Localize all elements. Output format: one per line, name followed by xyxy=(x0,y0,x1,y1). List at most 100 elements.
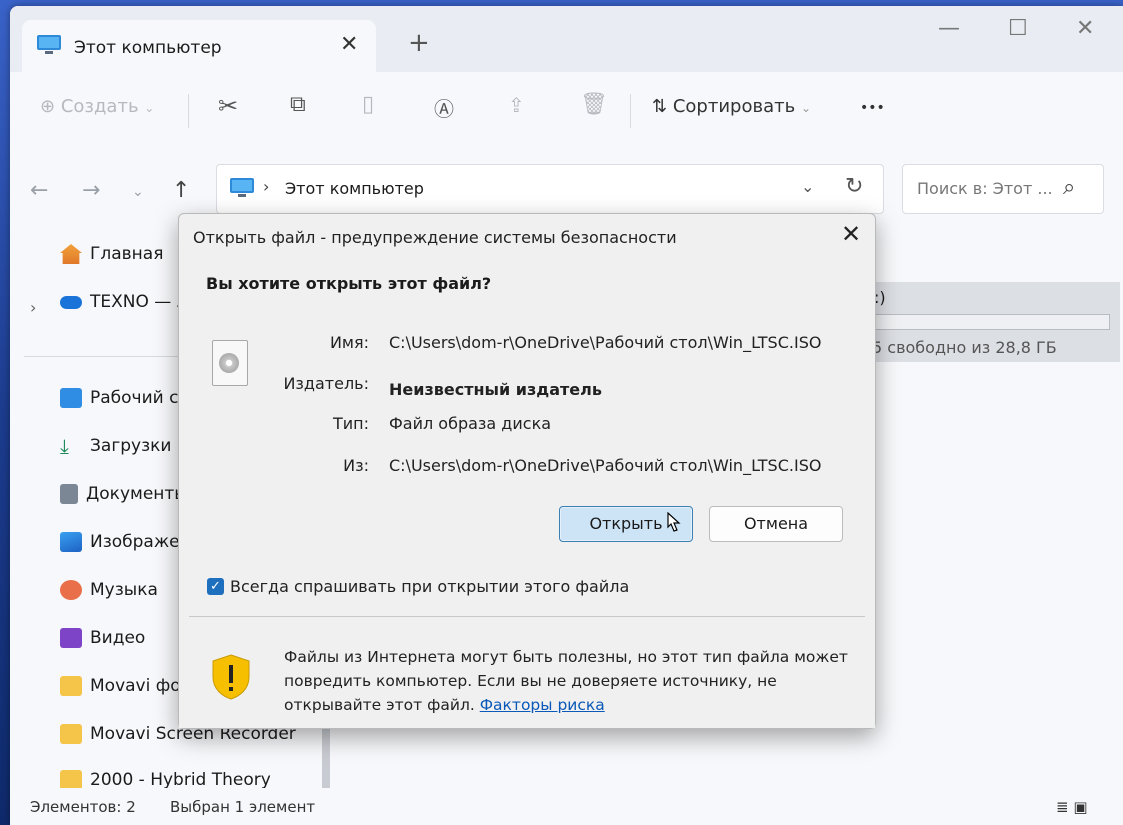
sidebar-item-label: 2000 - Hybrid Theory xyxy=(90,770,271,790)
risk-factors-link[interactable]: Факторы риска xyxy=(480,696,605,714)
address-bar[interactable]: › Этот компьютер ⌄ ↻ xyxy=(216,164,884,214)
home-icon xyxy=(60,244,82,264)
dialog-question: Вы хотите открыть этот файл? xyxy=(206,274,492,293)
status-bar: Элементов: 2 Выбран 1 элемент ≣ ▣ xyxy=(10,788,1123,825)
breadcrumb-item[interactable]: Этот компьютер xyxy=(285,179,424,198)
sidebar-item-downloads[interactable]: ⤓ Загрузки xyxy=(60,436,171,466)
dialog-title: Открыть файл - предупреждение системы бе… xyxy=(193,228,677,247)
breadcrumb-chevron-icon[interactable]: › xyxy=(263,177,269,196)
sidebar-item-label: Видео xyxy=(90,628,146,648)
copy-icon[interactable]: ⧉ xyxy=(290,92,306,117)
sidebar-item-label: Рабочий с xyxy=(90,388,179,408)
publisher-label: Издатель: xyxy=(283,374,369,393)
publisher-value: Неизвестный издатель xyxy=(389,380,602,399)
computer-icon xyxy=(229,177,255,203)
videos-icon xyxy=(60,628,82,648)
cut-icon[interactable]: ✂ xyxy=(218,92,238,120)
mouse-cursor-icon xyxy=(663,511,683,542)
search-icon: ⌕ xyxy=(1063,175,1076,200)
maximize-button[interactable]: ☐ xyxy=(1008,16,1028,41)
folder-icon xyxy=(60,676,82,696)
warning-area: Файлы из Интернета могут быть полезны, н… xyxy=(179,617,875,728)
always-ask-checkbox[interactable]: ✓ xyxy=(207,578,224,595)
sidebar-item-folder[interactable]: 2000 - Hybrid Theory xyxy=(60,770,271,790)
from-value: C:\Users\dom-r\OneDrive\Рабочий стол\Win… xyxy=(389,456,822,475)
sidebar-item-label: Документы xyxy=(86,484,188,504)
sidebar-item-label: TEXNO — Л xyxy=(90,292,190,312)
warning-shield-icon xyxy=(209,653,253,705)
divider xyxy=(630,94,631,128)
sort-icon: ⇅ xyxy=(652,96,668,117)
up-arrow-icon[interactable]: ↑ xyxy=(172,178,190,203)
sidebar-item-music[interactable]: Музыка xyxy=(60,580,158,610)
warning-text: Файлы из Интернета могут быть полезны, н… xyxy=(284,645,864,717)
close-tab-icon[interactable]: ✕ xyxy=(340,32,358,57)
create-label: Создать xyxy=(60,96,139,117)
tab-bar: Этот компьютер ✕ + — ☐ ✕ xyxy=(10,6,1123,72)
dialog-close-icon[interactable]: ✕ xyxy=(841,220,861,248)
always-ask-label[interactable]: Всегда спрашивать при открытии этого фай… xyxy=(230,577,629,596)
chevron-down-icon: ⌄ xyxy=(144,101,155,115)
chevron-down-icon: ⌄ xyxy=(800,101,811,115)
search-placeholder: Поиск в: Этот ... xyxy=(917,179,1053,198)
sidebar-item-home[interactable]: Главная xyxy=(60,244,163,274)
sort-label: Сортировать xyxy=(672,96,796,117)
details-view-icon[interactable]: ≣ ▣ xyxy=(1056,798,1088,816)
pictures-icon xyxy=(60,532,82,552)
sort-button[interactable]: ⇅ Сортировать ⌄ xyxy=(652,96,811,117)
sidebar-item-onedrive[interactable]: TEXNO — Л xyxy=(60,292,189,322)
type-value: Файл образа диска xyxy=(389,414,552,433)
sidebar-item-desktop[interactable]: Рабочий с xyxy=(60,388,178,418)
share-icon[interactable]: ⇪ xyxy=(508,93,525,117)
paste-icon[interactable]: ▯ xyxy=(362,92,374,117)
chevron-right-icon[interactable]: › xyxy=(30,298,36,317)
sidebar-item-folder[interactable]: Movavi фо xyxy=(60,676,181,706)
close-window-button[interactable]: ✕ xyxy=(1076,16,1094,41)
delete-icon[interactable]: 🗑 xyxy=(580,92,608,117)
folder-icon xyxy=(60,770,82,790)
desktop-folder-icon xyxy=(60,388,82,408)
drive-usage-bar xyxy=(868,314,1110,330)
items-count: Элементов: 2 xyxy=(30,798,136,816)
sidebar-item-label: Изображе xyxy=(90,532,180,552)
address-dropdown-icon[interactable]: ⌄ xyxy=(801,177,814,196)
sidebar-item-label: Музыка xyxy=(90,580,158,600)
sidebar-item-documents[interactable]: Документы xyxy=(60,484,188,514)
new-tab-button[interactable]: + xyxy=(408,28,430,58)
name-value: C:\Users\dom-r\OneDrive\Рабочий стол\Win… xyxy=(389,333,822,352)
forward-arrow-icon[interactable]: → xyxy=(82,178,100,203)
drive-item[interactable]: :) 5 свободно из 28,8 ГБ xyxy=(868,282,1120,362)
search-box[interactable]: Поиск в: Этот ... ⌕ xyxy=(902,164,1104,214)
plus-circle-icon: ⊕ xyxy=(40,96,56,117)
divider xyxy=(188,94,189,128)
security-warning-dialog: Открыть файл - предупреждение системы бе… xyxy=(178,213,876,729)
back-arrow-icon[interactable]: ← xyxy=(30,178,48,203)
address-row: ← → ⌄ ↑ › Этот компьютер ⌄ ↻ Поиск в: Эт… xyxy=(10,148,1123,222)
selection-count: Выбран 1 элемент xyxy=(170,798,316,816)
sidebar-item-pictures[interactable]: Изображе xyxy=(60,532,180,562)
command-bar: ⊕ Создать ⌄ ✂ ⧉ ▯ Ⓐ ⇪ 🗑 ⇅ Сортировать ⌄ … xyxy=(10,72,1123,149)
downloads-icon: ⤓ xyxy=(60,434,69,458)
documents-icon xyxy=(60,484,78,504)
refresh-icon[interactable]: ↻ xyxy=(845,174,863,199)
more-options-button[interactable]: ••• xyxy=(860,100,885,116)
cancel-button[interactable]: Отмена xyxy=(709,506,843,542)
rename-icon[interactable]: Ⓐ xyxy=(434,93,454,122)
tab-this-pc[interactable]: Этот компьютер ✕ xyxy=(22,20,376,72)
minimize-button[interactable]: — xyxy=(938,16,960,41)
drive-free-space: 5 свободно из 28,8 ГБ xyxy=(872,338,1057,357)
recent-chevron-icon[interactable]: ⌄ xyxy=(132,184,144,200)
name-label: Имя: xyxy=(329,333,369,352)
onedrive-icon xyxy=(60,295,82,309)
music-icon xyxy=(60,580,82,600)
from-label: Из: xyxy=(343,456,369,475)
computer-icon xyxy=(36,34,62,60)
sidebar-item-label: Загрузки xyxy=(90,436,172,456)
sidebar-item-label: Главная xyxy=(90,244,164,264)
sidebar-item-label: Movavi фо xyxy=(90,676,181,696)
tab-title: Этот компьютер xyxy=(74,38,222,58)
create-button[interactable]: ⊕ Создать ⌄ xyxy=(40,96,154,117)
folder-icon xyxy=(60,724,82,744)
type-label: Тип: xyxy=(332,414,369,433)
sidebar-item-videos[interactable]: Видео xyxy=(60,628,145,658)
